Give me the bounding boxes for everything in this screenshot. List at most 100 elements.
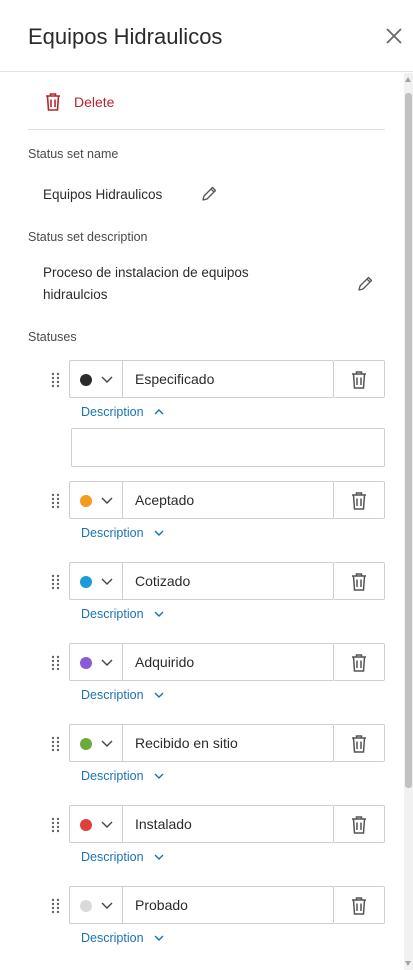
status-field (69, 481, 334, 519)
drag-handle-icon[interactable] (51, 574, 61, 590)
status-color-dropdown[interactable] (70, 806, 123, 842)
edit-name-pencil-icon[interactable] (200, 185, 218, 203)
status-name-input[interactable] (124, 644, 333, 680)
status-color-dot (80, 495, 92, 507)
delete-status-button[interactable] (334, 643, 385, 681)
status-color-dropdown[interactable] (70, 725, 123, 761)
description-toggle[interactable]: Description (81, 405, 164, 419)
chevron-down-icon (101, 821, 113, 828)
trash-icon (352, 573, 366, 591)
chevron-down-icon (101, 578, 113, 585)
chevron-down-icon (154, 611, 164, 617)
status-field (69, 643, 334, 681)
delete-status-button[interactable] (334, 805, 385, 843)
delete-status-button[interactable] (334, 562, 385, 600)
trash-icon (352, 371, 366, 389)
status-description-input[interactable] (71, 428, 385, 467)
description-toggle-label: Description (81, 526, 144, 540)
drag-handle-icon[interactable] (51, 655, 61, 671)
status-color-dot (80, 576, 92, 588)
description-toggle-label: Description (81, 769, 144, 783)
description-toggle[interactable]: Description (81, 931, 164, 945)
divider (28, 129, 385, 130)
status-row (0, 360, 404, 400)
vertical-scrollbar[interactable] (404, 73, 413, 970)
delete-status-button[interactable] (334, 724, 385, 762)
panel-title: Equipos Hidraulicos (28, 24, 223, 49)
status-field (69, 724, 334, 762)
status-name-input[interactable] (124, 725, 333, 761)
close-icon[interactable] (383, 25, 405, 47)
status-color-dropdown[interactable] (70, 887, 123, 923)
chevron-down-icon (154, 773, 164, 779)
status-row (0, 562, 404, 602)
trash-icon (46, 93, 60, 111)
delete-status-button[interactable] (334, 886, 385, 924)
trash-icon (352, 492, 366, 510)
scroll-up-arrow[interactable] (405, 77, 411, 82)
chevron-down-icon (154, 935, 164, 941)
chevron-down-icon (101, 659, 113, 666)
status-row (0, 805, 404, 845)
chevron-down-icon (101, 497, 113, 504)
edit-status-set-panel: Equipos Hidraulicos Delete Status set na… (0, 0, 413, 970)
status-color-dropdown[interactable] (70, 563, 123, 599)
status-row (0, 886, 404, 926)
status-name-input[interactable] (124, 482, 333, 518)
trash-icon (352, 654, 366, 672)
status-field (69, 562, 334, 600)
delete-status-set-button[interactable]: Delete (44, 91, 114, 113)
description-toggle-label: Description (81, 850, 144, 864)
panel-header: Equipos Hidraulicos (0, 0, 413, 72)
status-color-dropdown[interactable] (70, 361, 123, 397)
trash-icon (352, 735, 366, 753)
panel-content: Delete Status set name Equipos Hidraulic… (0, 73, 404, 970)
status-name-input[interactable] (124, 887, 333, 923)
scrollbar-thumb[interactable] (405, 93, 412, 788)
chevron-down-icon (154, 530, 164, 536)
chevron-down-icon (101, 740, 113, 747)
chevron-down-icon (154, 854, 164, 860)
delete-status-button[interactable] (334, 360, 385, 398)
status-field (69, 360, 334, 398)
chevron-down-icon (154, 692, 164, 698)
scroll-down-arrow[interactable] (405, 961, 411, 966)
status-name-input[interactable] (124, 806, 333, 842)
status-color-dot (80, 374, 92, 386)
description-toggle[interactable]: Description (81, 607, 164, 621)
description-toggle[interactable]: Description (81, 769, 164, 783)
description-toggle[interactable]: Description (81, 850, 164, 864)
description-toggle[interactable]: Description (81, 688, 164, 702)
chevron-down-icon (101, 902, 113, 909)
edit-description-pencil-icon[interactable] (356, 275, 374, 293)
status-color-dot (80, 657, 92, 669)
status-set-description-line2: hidraulcios (43, 287, 108, 302)
drag-handle-icon[interactable] (51, 736, 61, 752)
status-set-name-label: Status set name (28, 147, 119, 161)
status-color-dropdown[interactable] (70, 644, 123, 680)
drag-handle-icon[interactable] (51, 817, 61, 833)
drag-handle-icon[interactable] (51, 898, 61, 914)
delete-status-button[interactable] (334, 481, 385, 519)
trash-icon (352, 897, 366, 915)
status-name-input[interactable] (124, 563, 333, 599)
status-set-description-line1: Proceso de instalacion de equipos (43, 265, 249, 280)
status-color-dropdown[interactable] (70, 482, 123, 518)
status-row (0, 481, 404, 521)
description-toggle-label: Description (81, 931, 144, 945)
status-row (0, 643, 404, 683)
status-color-dot (80, 900, 92, 912)
status-set-name-value: Equipos Hidraulicos (43, 187, 163, 202)
drag-handle-icon[interactable] (51, 493, 61, 509)
chevron-down-icon (101, 376, 113, 383)
statuses-label: Statuses (28, 330, 77, 344)
description-toggle-label: Description (81, 688, 144, 702)
drag-handle-icon[interactable] (51, 372, 61, 388)
chevron-up-icon (154, 409, 164, 415)
description-toggle[interactable]: Description (81, 526, 164, 540)
description-toggle-label: Description (81, 607, 144, 621)
delete-label: Delete (74, 94, 115, 110)
status-set-description-label: Status set description (28, 230, 148, 244)
status-color-dot (80, 819, 92, 831)
status-name-input[interactable] (124, 361, 333, 397)
